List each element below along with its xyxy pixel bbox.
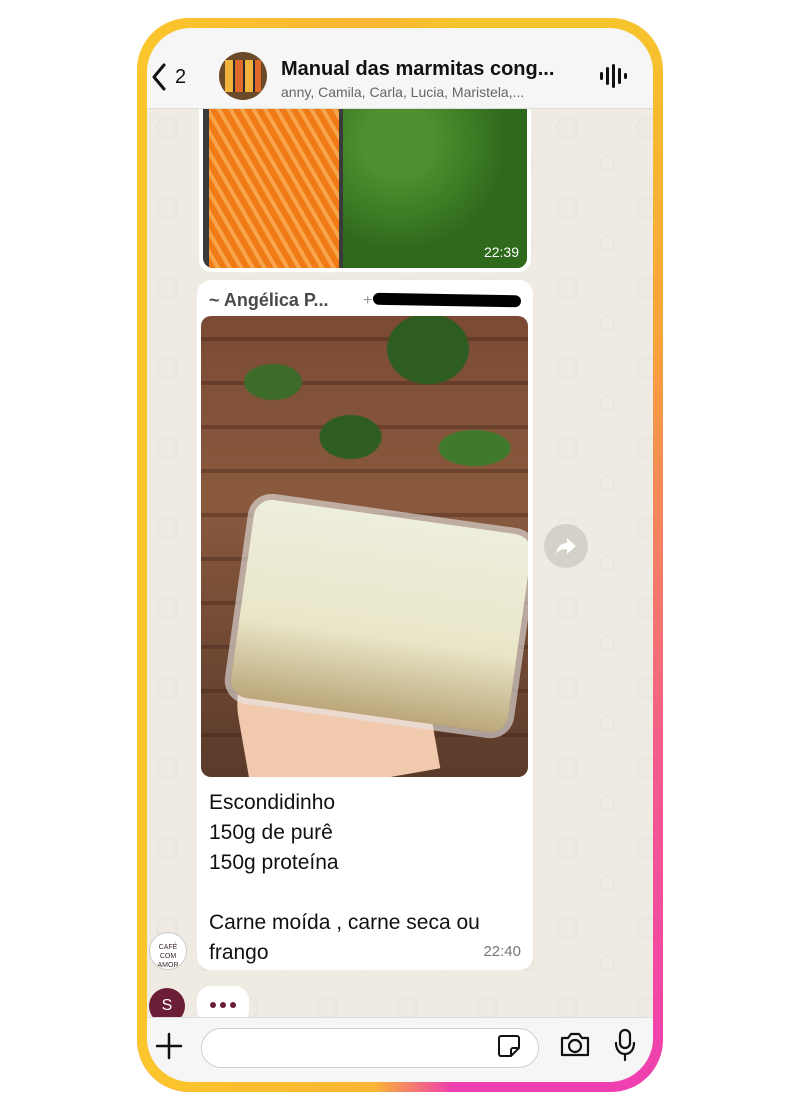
back-button[interactable]: 2 — [147, 62, 197, 92]
chat-screen: 22:39 ~ Angélica P... + Escondidinho 150… — [147, 28, 653, 1082]
green-beans — [343, 88, 527, 268]
chat-members[interactable]: anny, Camila, Carla, Lucia, Maristela,..… — [281, 84, 581, 100]
sender-name[interactable]: ~ Angélica P... — [209, 290, 329, 311]
mic-icon[interactable] — [613, 1028, 637, 1062]
message-time: 22:39 — [483, 244, 519, 260]
sender-avatar[interactable]: CAFÉ COM AMOR — [149, 932, 187, 970]
typing-dot — [230, 1002, 236, 1008]
chat-title[interactable]: Manual das marmitas cong... — [281, 58, 581, 81]
typing-dot — [220, 1002, 226, 1008]
escondidinho-photo[interactable] — [201, 316, 528, 777]
carrot — [209, 104, 339, 268]
audio-wave-icon[interactable] — [599, 64, 627, 88]
chat-header: 2 Manual das marmitas cong... anny, Cami… — [147, 28, 653, 109]
message-time: 22:40 — [483, 943, 521, 960]
back-chevron-icon — [152, 63, 166, 91]
unread-count: 2 — [175, 65, 187, 88]
group-avatar[interactable] — [219, 52, 267, 100]
redaction-mark — [372, 292, 522, 308]
message-input[interactable] — [201, 1028, 539, 1068]
forward-icon — [556, 538, 576, 554]
typing-dot — [210, 1002, 216, 1008]
camera-icon[interactable] — [559, 1030, 591, 1058]
message-input-bar — [147, 1017, 653, 1082]
sender-phone: + — [363, 292, 373, 309]
message-caption: Escondidinho 150g de purê 150g proteína … — [209, 791, 480, 964]
plus-icon[interactable] — [155, 1032, 183, 1060]
forward-button[interactable] — [544, 524, 588, 568]
message-bubble[interactable]: ~ Angélica P... + Escondidinho 150g de p… — [197, 280, 533, 970]
avatar-image — [225, 60, 261, 92]
sticker-icon[interactable] — [497, 1034, 521, 1058]
plant-leaves — [211, 316, 521, 536]
food-tray — [228, 497, 528, 735]
